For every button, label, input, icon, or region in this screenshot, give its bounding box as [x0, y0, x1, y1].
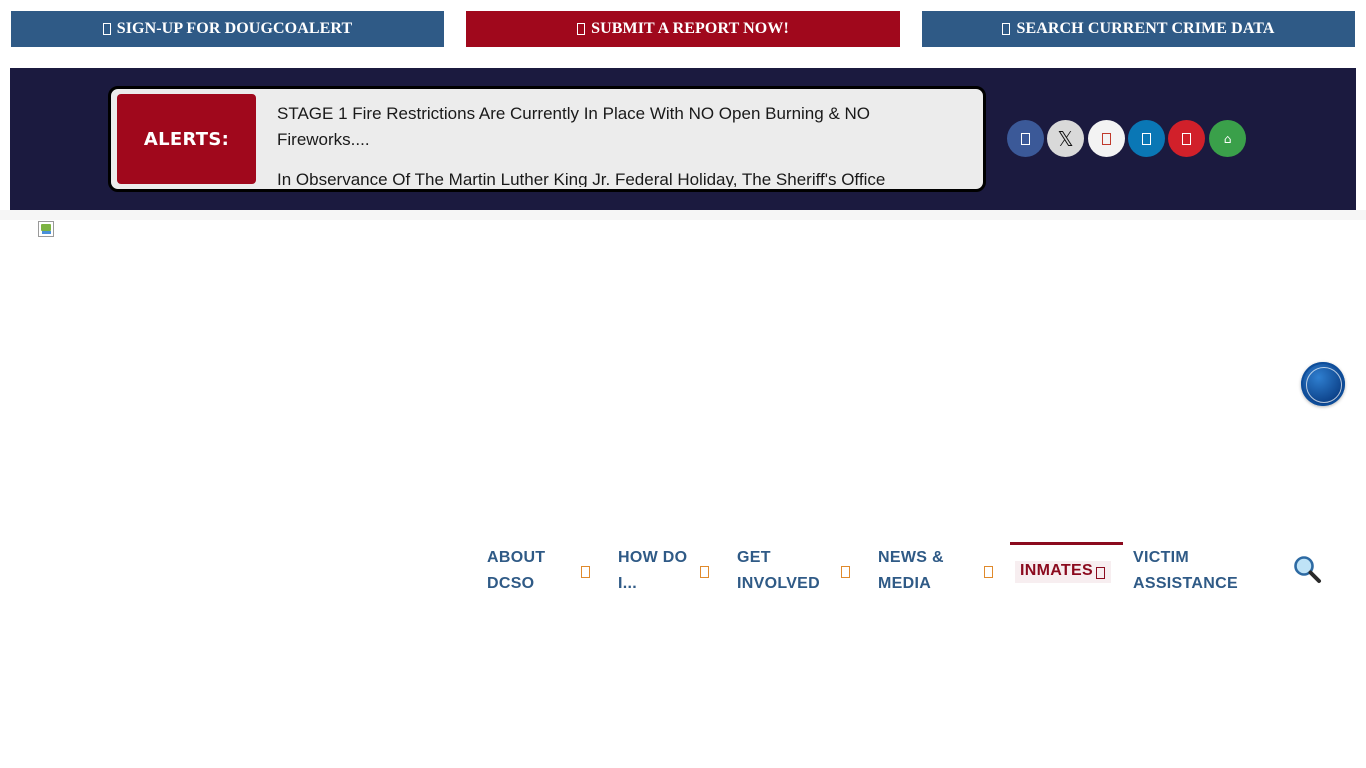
site-logo[interactable] — [38, 221, 54, 237]
crime-button-label: SEARCH CURRENT CRIME DATA — [1016, 20, 1275, 37]
search-icon[interactable] — [1292, 554, 1322, 584]
alerts-text: STAGE 1 Fire Restrictions Are Currently … — [277, 101, 967, 187]
instagram-link[interactable] — [1088, 120, 1125, 157]
youtube-link[interactable] — [1168, 120, 1205, 157]
crime-data-icon — [1002, 23, 1011, 35]
x-icon: 𝕏 — [1057, 126, 1074, 151]
chevron-down-icon — [984, 566, 993, 578]
signup-dougcoalert-button[interactable]: SIGN-UP FOR DOUGCOALERT — [11, 11, 444, 47]
search-crime-data-button[interactable]: SEARCH CURRENT CRIME DATA — [922, 11, 1355, 47]
submit-report-button[interactable]: SUBMIT A REPORT NOW! — [466, 11, 900, 47]
nav-victim-assistance[interactable]: VICTIM ASSISTANCE — [1133, 545, 1263, 597]
linkedin-icon — [1142, 132, 1151, 145]
nav-label: VICTIM ASSISTANCE — [1133, 549, 1238, 592]
chevron-down-icon — [841, 566, 850, 578]
accessibility-button[interactable] — [1301, 362, 1345, 406]
report-icon — [577, 23, 586, 35]
nav-label: INMATES — [1020, 562, 1093, 579]
nextdoor-icon: ⌂ — [1223, 131, 1232, 146]
chevron-down-icon — [700, 566, 709, 578]
nav-how-do-i[interactable]: HOW DO I... — [618, 545, 718, 597]
youtube-icon — [1182, 132, 1191, 145]
facebook-link[interactable] — [1007, 120, 1044, 157]
nav-get-involved[interactable]: GET INVOLVED — [737, 545, 857, 597]
report-button-label: SUBMIT A REPORT NOW! — [591, 20, 789, 37]
alert-band: ALERTS: STAGE 1 Fire Restrictions Are Cu… — [10, 68, 1356, 210]
nav-news-media[interactable]: NEWS & MEDIA — [878, 545, 996, 597]
nav-label: GET INVOLVED — [737, 549, 821, 592]
alert-item[interactable]: In Observance Of The Martin Luther King … — [277, 167, 967, 187]
alerts-label: ALERTS: — [117, 94, 256, 184]
chevron-down-icon — [581, 566, 590, 578]
alerts-ticker: ALERTS: STAGE 1 Fire Restrictions Are Cu… — [108, 86, 986, 192]
chevron-down-icon — [1096, 567, 1105, 579]
linkedin-link[interactable] — [1128, 120, 1165, 157]
facebook-icon — [1021, 132, 1030, 145]
x-twitter-link[interactable]: 𝕏 — [1047, 120, 1084, 157]
instagram-icon — [1102, 132, 1111, 145]
nav-label: HOW DO I... — [618, 549, 688, 592]
nav-about-dcso[interactable]: ABOUT DCSO — [487, 545, 602, 597]
nav-inmates[interactable]: INMATES — [1010, 542, 1123, 600]
nav-label: ABOUT DCSO — [487, 549, 546, 592]
signup-button-label: SIGN-UP FOR DOUGCOALERT — [116, 20, 353, 37]
header-divider — [0, 210, 1366, 220]
nav-label: NEWS & MEDIA — [878, 549, 944, 592]
bell-icon — [102, 23, 111, 35]
nextdoor-link[interactable]: ⌂ — [1209, 120, 1246, 157]
alert-item[interactable]: STAGE 1 Fire Restrictions Are Currently … — [277, 101, 967, 153]
